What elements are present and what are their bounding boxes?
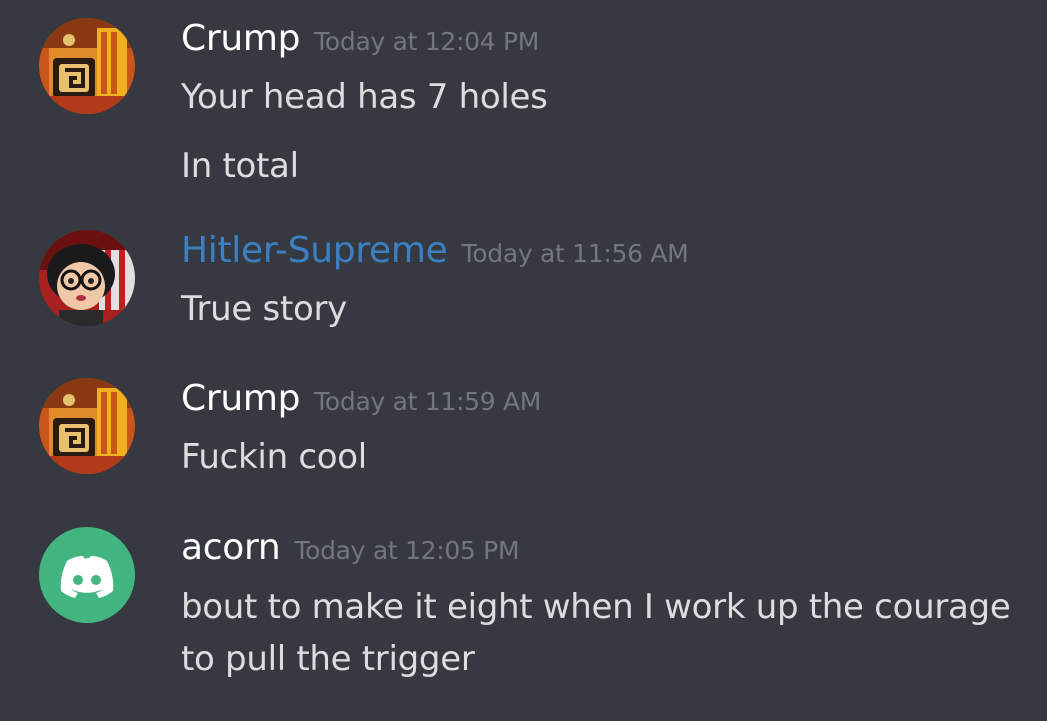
message-text: Fuckin cool: [181, 437, 367, 477]
discord-logo-icon: [39, 527, 135, 623]
avatar[interactable]: [39, 230, 135, 326]
chat-messages: Crump Today at 12:04 PM Your head has 7 h…: [0, 0, 1047, 721]
message-header: acorn Today at 12:05 PM: [181, 527, 520, 568]
crump-avatar-icon: [39, 18, 135, 114]
message-text: bout to make it eight when I work up the…: [181, 587, 1011, 627]
message-text: True story: [181, 289, 347, 329]
crump-avatar-icon: [39, 378, 135, 474]
username[interactable]: acorn: [181, 527, 281, 568]
timestamp: Today at 11:56 AM: [461, 239, 689, 268]
avatar[interactable]: [39, 527, 135, 623]
username[interactable]: Crump: [181, 378, 300, 419]
message-text: In total: [181, 146, 299, 186]
character-avatar-icon: [39, 230, 135, 326]
username[interactable]: Crump: [181, 18, 300, 59]
timestamp: Today at 12:05 PM: [294, 536, 520, 565]
avatar[interactable]: [39, 378, 135, 474]
message-header: Crump Today at 11:59 AM: [181, 378, 541, 419]
message-header: Crump Today at 12:04 PM: [181, 18, 539, 59]
username[interactable]: Hitler-Supreme: [181, 230, 448, 271]
timestamp: Today at 11:59 AM: [314, 387, 542, 416]
message-text: Your head has 7 holes: [181, 77, 548, 117]
timestamp: Today at 12:04 PM: [314, 27, 540, 56]
avatar[interactable]: [39, 18, 135, 114]
message-header: Hitler-Supreme Today at 11:56 AM: [181, 230, 689, 271]
message-text: to pull the trigger: [181, 639, 475, 679]
